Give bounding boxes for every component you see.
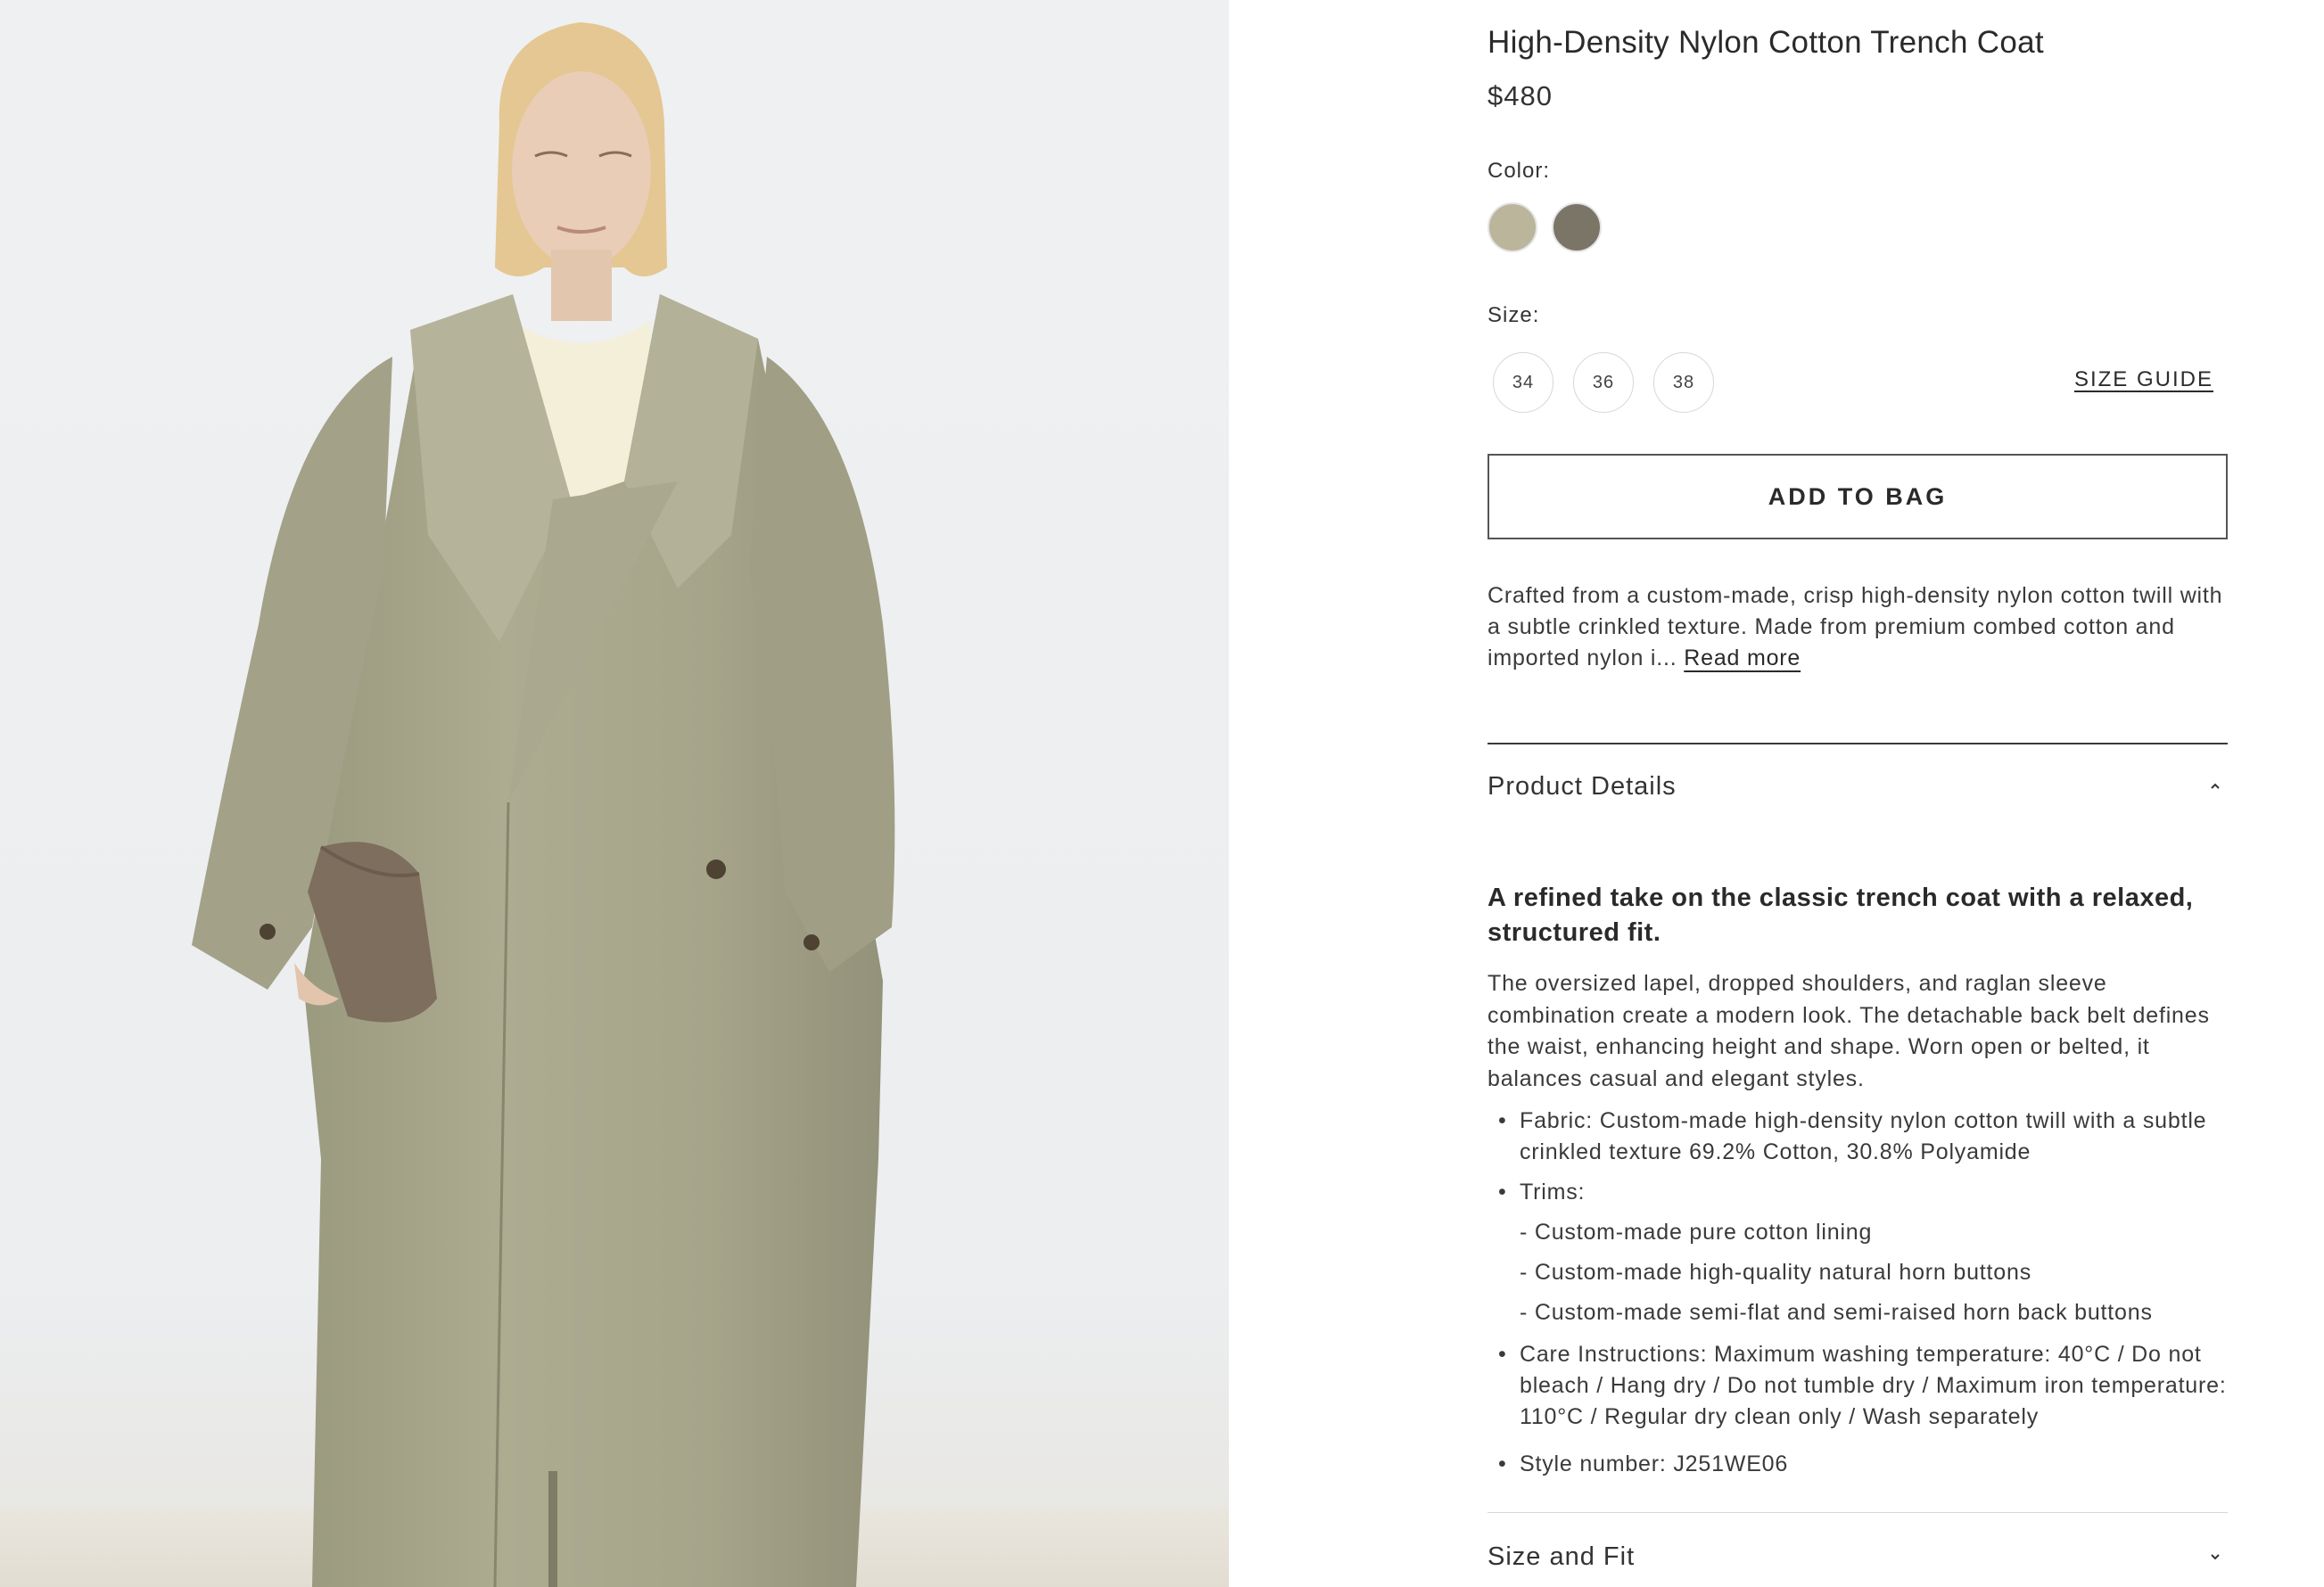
add-to-bag-button[interactable]: ADD TO BAG [1488, 454, 2228, 539]
product-image[interactable] [0, 0, 1229, 1587]
size-option-36[interactable]: 36 [1573, 352, 1634, 413]
bullet-trims: Trims: [1498, 1177, 2228, 1208]
product-photo-illustration [0, 22, 1229, 1587]
details-body: The oversized lapel, dropped shoulders, … [1488, 971, 2210, 1091]
size-fit-heading: Size and Fit [1488, 1542, 1636, 1571]
color-label: Color: [1488, 159, 1551, 183]
bullet-care: Care Instructions: Maximum washing tempe… [1498, 1339, 2228, 1433]
trim-item: - Custom-made semi-flat and semi-raised … [1520, 1300, 2153, 1325]
details-lead: A refined take on the classic trench coa… [1488, 884, 2194, 947]
trim-item: - Custom-made pure cotton lining [1520, 1220, 1873, 1245]
product-info-panel: High-Density Nylon Cotton Trench Coat $4… [1488, 0, 2228, 1587]
trim-item: - Custom-made high-quality natural horn … [1520, 1260, 2031, 1285]
bullet-fabric: Fabric: Custom-made high-density nylon c… [1498, 1106, 2228, 1168]
read-more-link[interactable]: Read more [1684, 645, 1801, 670]
color-swatch-taupe[interactable] [1552, 202, 1602, 252]
description-text: Crafted from a custom-made, crisp high-d… [1488, 583, 2223, 670]
product-details-heading: Product Details [1488, 771, 1677, 801]
size-option-34[interactable]: 34 [1493, 352, 1553, 413]
product-price: $480 [1488, 80, 1553, 111]
product-description: Crafted from a custom-made, crisp high-d… [1488, 580, 2228, 674]
size-option-38[interactable]: 38 [1653, 352, 1714, 413]
product-title: High-Density Nylon Cotton Trench Coat [1488, 25, 2044, 60]
chevron-down-icon [2206, 1548, 2224, 1566]
bullet-style-number: Style number: J251WE06 [1498, 1449, 2228, 1480]
product-page: High-Density Nylon Cotton Trench Coat $4… [0, 0, 2324, 1587]
size-label: Size: [1488, 303, 1540, 327]
product-details-accordion-header[interactable]: Product Details [1488, 769, 2228, 804]
chevron-up-icon [2206, 777, 2224, 795]
size-fit-accordion-header[interactable]: Size and Fit [1488, 1539, 2228, 1575]
details-divider [1488, 743, 2228, 744]
size-fit-divider [1488, 1512, 2228, 1513]
size-guide-link[interactable]: SIZE GUIDE [2074, 367, 2213, 392]
color-swatch-khaki[interactable] [1488, 202, 1537, 252]
